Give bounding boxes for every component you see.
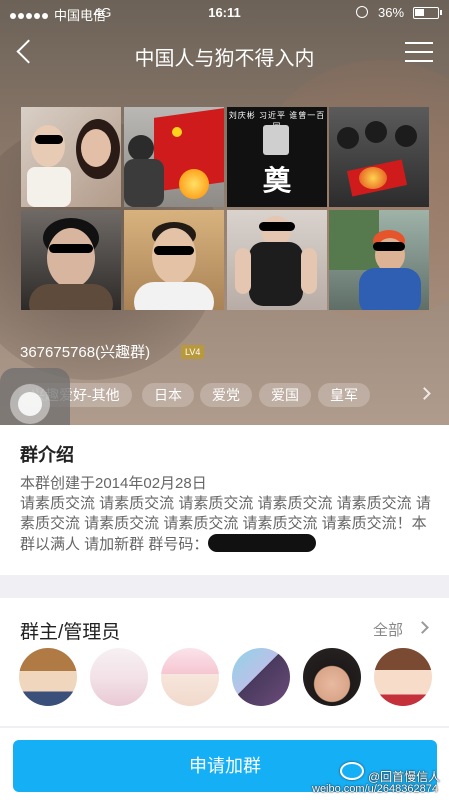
chevron-right-icon[interactable]: [418, 387, 431, 400]
view-all-admins-link[interactable]: 全部: [373, 619, 403, 640]
chevron-right-icon[interactable]: [416, 621, 429, 634]
group-header-hero: 中国电信 4G 16:11 36% 中国人与狗不得入内 刘庆彬 习近平 谁曾一百…: [0, 0, 449, 425]
group-photo[interactable]: [124, 107, 224, 207]
group-intro-card: 群介绍 本群创建于2014年02月28日 请素质交流 请素质交流 请素质交流 请…: [0, 425, 449, 575]
watermark-url: weibo.com/u/2648362874: [312, 783, 438, 795]
avatar[interactable]: [303, 648, 361, 706]
group-photo[interactable]: [21, 210, 121, 310]
battery-icon: [413, 7, 439, 19]
battery-percent: 36%: [378, 5, 405, 20]
group-photo[interactable]: 刘庆彬 习近平 谁曾一百同 奠: [227, 107, 327, 207]
group-tag[interactable]: 爱国: [259, 383, 311, 407]
avatar[interactable]: [232, 648, 290, 706]
admins-card: 群主/管理员 全部: [0, 598, 449, 726]
group-tag[interactable]: 日本: [142, 383, 194, 407]
group-photo[interactable]: [124, 210, 224, 310]
redaction-bar: [208, 534, 317, 552]
mourning-names: 刘庆彬 习近平 谁曾一百同: [228, 111, 326, 131]
avatar[interactable]: [161, 648, 219, 706]
group-photo[interactable]: [329, 210, 429, 310]
avatar[interactable]: [90, 648, 148, 706]
intro-title: 群介绍: [20, 445, 74, 465]
admins-title: 群主/管理员: [20, 622, 121, 643]
level-badge: LV4: [181, 345, 205, 359]
weibo-logo-icon: [340, 762, 364, 780]
group-number: 367675768(兴趣群): [20, 344, 151, 361]
rotation-lock-icon: [356, 6, 368, 18]
status-bar: 中国电信 4G 16:11 36%: [0, 0, 449, 26]
group-tag[interactable]: 皇军: [318, 383, 370, 407]
battery-tip: [440, 10, 442, 15]
page-title: 中国人与狗不得入内: [134, 48, 315, 70]
avatar[interactable]: [19, 648, 77, 706]
menu-button[interactable]: [405, 40, 433, 64]
group-photo[interactable]: [227, 210, 327, 310]
group-photo[interactable]: [21, 107, 121, 207]
intro-text: 本群创建于2014年02月28日 请素质交流 请素质交流 请素质交流 请素质交流…: [20, 474, 440, 555]
mourning-character: 奠: [262, 164, 291, 197]
avatar[interactable]: [374, 648, 432, 706]
group-photo[interactable]: [329, 107, 429, 207]
group-tag[interactable]: 爱党: [200, 383, 252, 407]
